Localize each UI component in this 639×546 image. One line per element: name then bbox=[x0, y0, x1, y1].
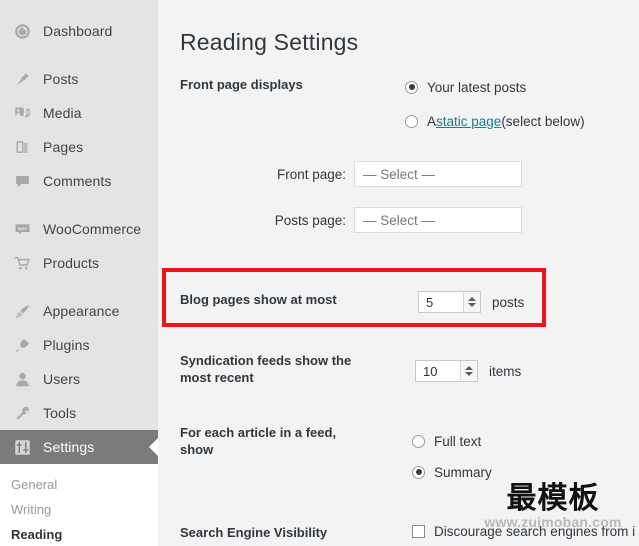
blog-pages-field: 5 posts bbox=[418, 291, 524, 313]
syndication-feeds-field: 10 items bbox=[415, 360, 521, 382]
sidebar-item-plugins[interactable]: Plugins bbox=[0, 328, 158, 362]
search-engine-visibility-field: Discourage search engines from i bbox=[412, 520, 635, 542]
brush-icon bbox=[11, 301, 33, 321]
submenu-item-writing[interactable]: Writing bbox=[0, 497, 158, 522]
posts-page-select-row: Posts page: — Select — bbox=[258, 206, 639, 234]
watermark-chinese-text: 最模板 bbox=[506, 481, 600, 516]
blog-pages-unit: posts bbox=[492, 294, 525, 310]
media-icon bbox=[11, 103, 33, 123]
radio-text-before: A bbox=[427, 113, 437, 129]
posts-page-select[interactable]: — Select — bbox=[354, 207, 522, 233]
plug-icon bbox=[11, 335, 33, 355]
posts-page-select-label: Posts page: bbox=[274, 212, 346, 228]
search-engine-visibility-label: Search Engine Visibility bbox=[180, 525, 328, 540]
page-selects-row: Front page: — Select — Posts page: — Sel… bbox=[258, 160, 639, 252]
stepper-down-icon[interactable] bbox=[468, 303, 476, 307]
sidebar-item-label: Pages bbox=[43, 139, 84, 155]
sidebar-item-appearance[interactable]: Appearance bbox=[0, 294, 158, 328]
settings-submenu: General Writing Reading bbox=[0, 464, 158, 546]
stepper-arrows[interactable] bbox=[460, 361, 477, 381]
sidebar-item-dashboard[interactable]: Dashboard bbox=[0, 14, 158, 48]
submenu-item-reading[interactable]: Reading bbox=[0, 522, 158, 546]
sidebar-item-tools[interactable]: Tools bbox=[0, 396, 158, 430]
radio-label: Summary bbox=[434, 464, 492, 480]
radio-label: Full text bbox=[434, 433, 482, 449]
stepper-down-icon[interactable] bbox=[465, 372, 473, 376]
user-icon bbox=[11, 369, 33, 389]
front-page-select[interactable]: — Select — bbox=[354, 161, 522, 187]
stepper-arrows[interactable] bbox=[463, 292, 480, 312]
sidebar-group-spacer-3 bbox=[0, 280, 158, 294]
radio-summary[interactable]: Summary bbox=[412, 461, 492, 483]
admin-sidebar: Dashboard Posts Media Pages Comments woo… bbox=[0, 0, 158, 546]
radio-full-text[interactable]: Full text bbox=[412, 430, 492, 452]
sidebar-item-label: WooCommerce bbox=[43, 221, 142, 237]
sidebar-item-label: Media bbox=[43, 105, 82, 121]
dashboard-icon bbox=[11, 21, 33, 41]
sidebar-group-spacer-2 bbox=[0, 198, 158, 212]
syndication-input[interactable]: 10 bbox=[416, 361, 460, 381]
syndication-stepper[interactable]: 10 bbox=[415, 360, 478, 382]
article-feed-label: For each article in a feed, show bbox=[180, 425, 337, 457]
sidebar-item-posts[interactable]: Posts bbox=[0, 62, 158, 96]
radio-label: Your latest posts bbox=[427, 79, 527, 95]
comments-icon bbox=[11, 171, 33, 191]
radio-indicator bbox=[412, 465, 425, 479]
sidebar-item-label: Comments bbox=[43, 173, 112, 189]
svg-text:woo: woo bbox=[18, 227, 27, 232]
woocommerce-icon: woo bbox=[11, 219, 33, 239]
active-menu-arrow bbox=[149, 438, 158, 456]
submenu-item-general[interactable]: General bbox=[0, 472, 158, 497]
sidebar-item-label: Tools bbox=[43, 405, 77, 421]
article-feed-field: Full text Summary bbox=[412, 430, 492, 483]
pin-icon bbox=[11, 69, 33, 89]
sidebar-item-settings[interactable]: Settings bbox=[0, 430, 158, 464]
static-page-link[interactable]: static page bbox=[436, 114, 501, 129]
sidebar-item-users[interactable]: Users bbox=[0, 362, 158, 396]
sidebar-item-label: Users bbox=[43, 371, 81, 387]
page-title: Reading Settings bbox=[180, 29, 359, 56]
radio-indicator bbox=[412, 434, 425, 448]
syndication-feeds-label: Syndication feeds show the most recent bbox=[180, 353, 352, 385]
sidebar-top-spacer bbox=[0, 0, 158, 14]
sidebar-item-label: Products bbox=[43, 255, 100, 271]
front-page-displays-field: Your latest posts A static page (select … bbox=[405, 76, 585, 132]
sidebar-item-label: Settings bbox=[43, 439, 95, 455]
wordpress-admin-screen: Dashboard Posts Media Pages Comments woo… bbox=[0, 0, 639, 546]
front-page-displays-label: Front page displays bbox=[180, 77, 303, 92]
sidebar-item-pages[interactable]: Pages bbox=[0, 130, 158, 164]
pages-icon bbox=[11, 137, 33, 157]
settings-content-area: Reading Settings Front page displays You… bbox=[158, 0, 639, 546]
radio-static-page[interactable]: A static page (select below) bbox=[405, 110, 585, 132]
stepper-up-icon[interactable] bbox=[465, 366, 473, 370]
blog-pages-stepper[interactable]: 5 bbox=[418, 291, 481, 313]
syndication-number-row: 10 items bbox=[415, 360, 521, 382]
sidebar-item-media[interactable]: Media bbox=[0, 96, 158, 130]
blog-pages-label: Blog pages show at most bbox=[180, 292, 337, 307]
blog-pages-input[interactable]: 5 bbox=[419, 292, 463, 312]
cart-icon bbox=[11, 253, 33, 273]
sidebar-item-comments[interactable]: Comments bbox=[0, 164, 158, 198]
settings-icon bbox=[11, 437, 33, 457]
front-page-select-label: Front page: bbox=[276, 166, 346, 182]
radio-text-after: (select below) bbox=[501, 113, 585, 129]
sidebar-item-label: Posts bbox=[43, 71, 79, 87]
discourage-label: Discourage search engines from i bbox=[434, 523, 636, 539]
wrench-icon bbox=[11, 403, 33, 423]
syndication-unit: items bbox=[489, 363, 522, 379]
sidebar-item-label: Appearance bbox=[43, 303, 120, 319]
radio-indicator bbox=[405, 114, 418, 128]
stepper-up-icon[interactable] bbox=[468, 297, 476, 301]
blog-pages-number-row: 5 posts bbox=[418, 291, 524, 313]
sidebar-group-spacer-1 bbox=[0, 48, 158, 62]
front-page-select-row: Front page: — Select — bbox=[258, 160, 639, 188]
sidebar-item-label: Plugins bbox=[43, 337, 90, 353]
sidebar-item-label: Dashboard bbox=[43, 23, 113, 39]
radio-indicator bbox=[405, 80, 418, 94]
sidebar-item-woocommerce[interactable]: woo WooCommerce bbox=[0, 212, 158, 246]
discourage-checkbox-row[interactable]: Discourage search engines from i bbox=[412, 520, 635, 542]
radio-latest-posts[interactable]: Your latest posts bbox=[405, 76, 585, 98]
discourage-checkbox[interactable] bbox=[412, 524, 425, 538]
sidebar-item-products[interactable]: Products bbox=[0, 246, 158, 280]
